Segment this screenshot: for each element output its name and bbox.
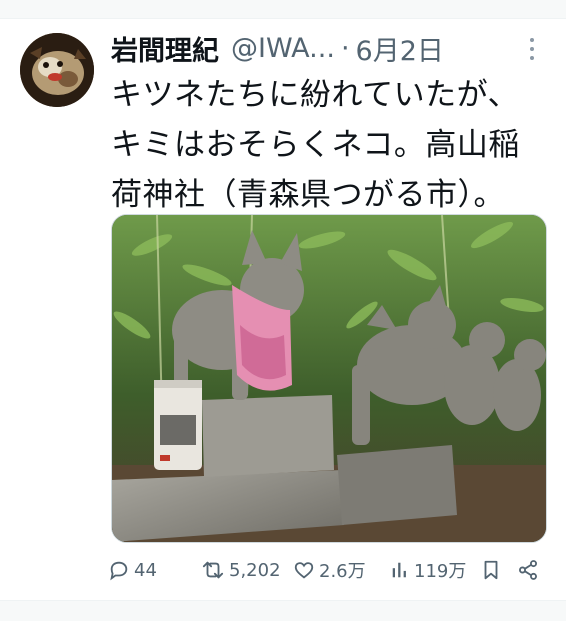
views-button[interactable]: 119万 <box>390 556 466 584</box>
tweet-text-line: キツネたちに紛れていたが、 <box>111 77 519 113</box>
views-count: 119万 <box>414 561 467 582</box>
share-icon <box>517 559 539 581</box>
views-icon <box>390 559 410 581</box>
separator-dot: · <box>340 32 350 64</box>
reply-count: 44 <box>134 559 157 581</box>
tweet-actions: 44 5,202 2.6万 119万 <box>108 556 548 584</box>
bottom-divider <box>0 600 566 621</box>
reply-icon <box>108 559 130 581</box>
reply-button[interactable]: 44 <box>108 556 157 584</box>
bookmark-button[interactable] <box>481 556 501 584</box>
author-handle[interactable]: @IWA... <box>231 33 335 64</box>
top-divider <box>0 0 566 19</box>
tweet-text-line: 荷神社（青森県つがる市）。 <box>111 177 505 213</box>
retweet-count: 5,202 <box>229 559 281 581</box>
author-name[interactable]: 岩間理紀 <box>111 29 219 68</box>
share-button[interactable] <box>517 556 539 584</box>
avatar[interactable] <box>20 33 94 107</box>
tweet-photo[interactable] <box>111 214 547 543</box>
tweet-header: 岩間理紀 @IWA... · 6月2日 <box>111 28 551 68</box>
like-count: 2.6万 <box>319 561 366 582</box>
more-options-icon[interactable] <box>522 36 542 62</box>
tweet-text: キツネたちに紛れていたが、 キミはおそらくネコ。高山稲 荷神社（青森県つがる市）… <box>111 70 551 220</box>
retweet-button[interactable]: 5,202 <box>201 556 281 584</box>
retweet-icon <box>201 559 225 581</box>
heart-icon <box>293 559 315 581</box>
tweet-date[interactable]: 6月2日 <box>356 29 444 68</box>
like-button[interactable]: 2.6万 <box>293 556 366 584</box>
tweet-text-line: キミはおそらくネコ。高山稲 <box>111 127 520 163</box>
bookmark-icon <box>481 559 501 581</box>
